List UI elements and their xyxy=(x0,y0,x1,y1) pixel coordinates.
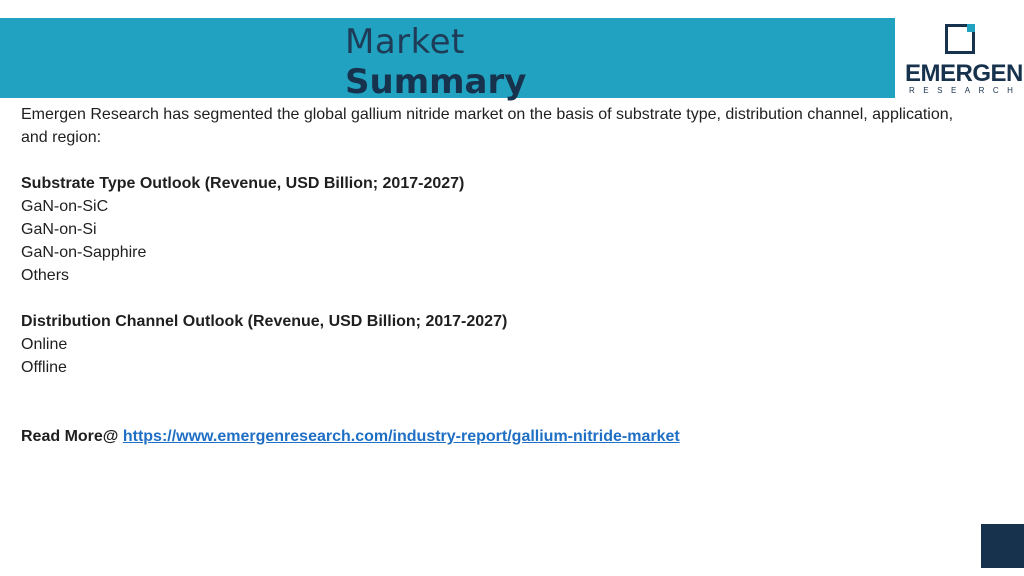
page-title-line2: Summary xyxy=(345,62,527,102)
page-title-line1: Market xyxy=(345,22,465,62)
list-item: GaN-on-SiC xyxy=(21,198,109,215)
list-item: GaN-on-Si xyxy=(21,221,97,238)
list-item: Others xyxy=(21,267,70,284)
logo-mark-icon xyxy=(945,24,975,54)
list-item: Online xyxy=(21,336,68,353)
section-heading-substrate: Substrate Type Outlook (Revenue, USD Bil… xyxy=(21,175,465,192)
logo-name: EMERGEN xyxy=(905,60,1023,87)
corner-block xyxy=(981,524,1024,568)
read-more-label: Read More@ xyxy=(21,428,123,445)
summary-content: Emergen Research has segmented the globa… xyxy=(21,103,981,448)
logo-subtitle: RESEARCH xyxy=(909,86,1022,95)
intro-paragraph: Emergen Research has segmented the globa… xyxy=(21,106,954,146)
emergen-logo: EMERGEN RESEARCH xyxy=(905,20,1023,96)
read-more-link[interactable]: https://www.emergenresearch.com/industry… xyxy=(123,428,680,445)
list-item: GaN-on-Sapphire xyxy=(21,244,147,261)
list-item: Offline xyxy=(21,359,67,376)
section-heading-distribution: Distribution Channel Outlook (Revenue, U… xyxy=(21,313,508,330)
read-more-line: Read More@ https://www.emergenresearch.c… xyxy=(21,425,981,448)
